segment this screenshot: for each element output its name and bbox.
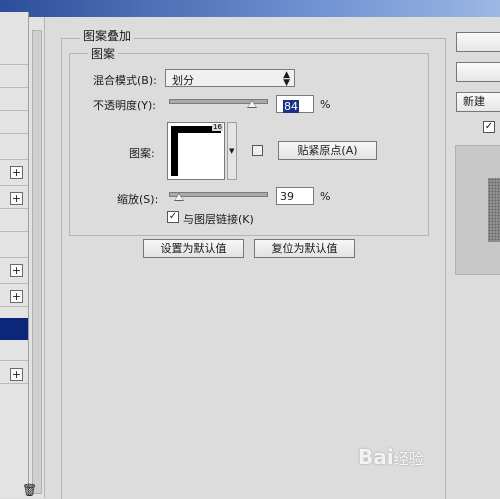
list-item[interactable] xyxy=(0,42,28,65)
scale-value: 39 xyxy=(280,190,294,203)
list-item[interactable] xyxy=(0,134,28,160)
pattern-size-badge: 16 xyxy=(212,123,223,131)
watermark: Bai经验 xyxy=(358,445,424,469)
scale-label: 缩放(S): xyxy=(117,193,159,206)
list-item[interactable] xyxy=(0,88,28,111)
styles-list: + + + + + xyxy=(0,12,29,494)
add-effect-icon[interactable]: + xyxy=(10,264,23,277)
preview-checkbox[interactable]: ✓ xyxy=(483,121,495,133)
pattern-label: 图案: xyxy=(129,147,155,160)
chevron-down-icon: ▼ xyxy=(229,147,235,155)
cancel-button[interactable] xyxy=(456,62,500,82)
blend-mode-label: 混合模式(B): xyxy=(93,74,157,87)
link-with-layer-checkbox[interactable]: ✓ xyxy=(167,211,179,223)
opacity-slider-thumb[interactable] xyxy=(247,100,258,108)
pattern-swatch-fill xyxy=(178,133,224,179)
watermark-brand: Bai xyxy=(358,445,394,469)
scrollbar[interactable] xyxy=(32,30,42,494)
opacity-input[interactable]: 84 xyxy=(276,95,314,113)
scale-unit: % xyxy=(320,190,331,203)
selected-style-row[interactable] xyxy=(0,318,28,340)
new-style-button[interactable]: 新建 xyxy=(456,92,500,112)
preview-swatch xyxy=(488,178,500,242)
watermark-suffix: 经验 xyxy=(393,450,424,468)
pattern-picker[interactable]: 16 xyxy=(167,122,225,180)
blend-mode-select[interactable]: 划分 ▲ ▼ xyxy=(165,69,295,88)
scale-slider[interactable] xyxy=(169,192,268,197)
add-effect-icon[interactable]: + xyxy=(10,192,23,205)
group-title: 图案叠加 xyxy=(80,27,135,44)
opacity-value: 84 xyxy=(283,100,299,113)
ok-button[interactable] xyxy=(456,32,500,52)
opacity-unit: % xyxy=(320,98,331,111)
select-arrows-icon: ▲ ▼ xyxy=(283,70,290,88)
add-effect-icon[interactable]: + xyxy=(10,290,23,303)
list-item[interactable] xyxy=(0,65,28,88)
new-preset-icon[interactable] xyxy=(252,145,263,156)
list-item[interactable] xyxy=(0,209,28,232)
scale-slider-thumb[interactable] xyxy=(173,193,184,201)
list-item[interactable] xyxy=(0,232,28,258)
blend-mode-value: 划分 xyxy=(172,74,194,87)
link-with-layer-label: 与图层链接(K) xyxy=(183,213,254,226)
scale-input[interactable]: 39 xyxy=(276,187,314,205)
opacity-label: 不透明度(Y): xyxy=(93,99,157,112)
section-title: 图案 xyxy=(88,45,119,62)
add-effect-icon[interactable]: + xyxy=(10,166,23,179)
window-title-bar xyxy=(0,0,500,17)
add-effect-icon[interactable]: + xyxy=(10,368,23,381)
style-preview xyxy=(455,145,500,275)
set-default-button[interactable]: 设置为默认值 xyxy=(143,239,244,258)
list-item[interactable] xyxy=(0,111,28,134)
pattern-dropdown-button[interactable]: ▼ xyxy=(227,122,237,180)
trash-icon[interactable]: 🗑 xyxy=(22,484,37,496)
snap-to-origin-button[interactable]: 贴紧原点(A) xyxy=(278,141,377,160)
reset-default-button[interactable]: 复位为默认值 xyxy=(254,239,355,258)
